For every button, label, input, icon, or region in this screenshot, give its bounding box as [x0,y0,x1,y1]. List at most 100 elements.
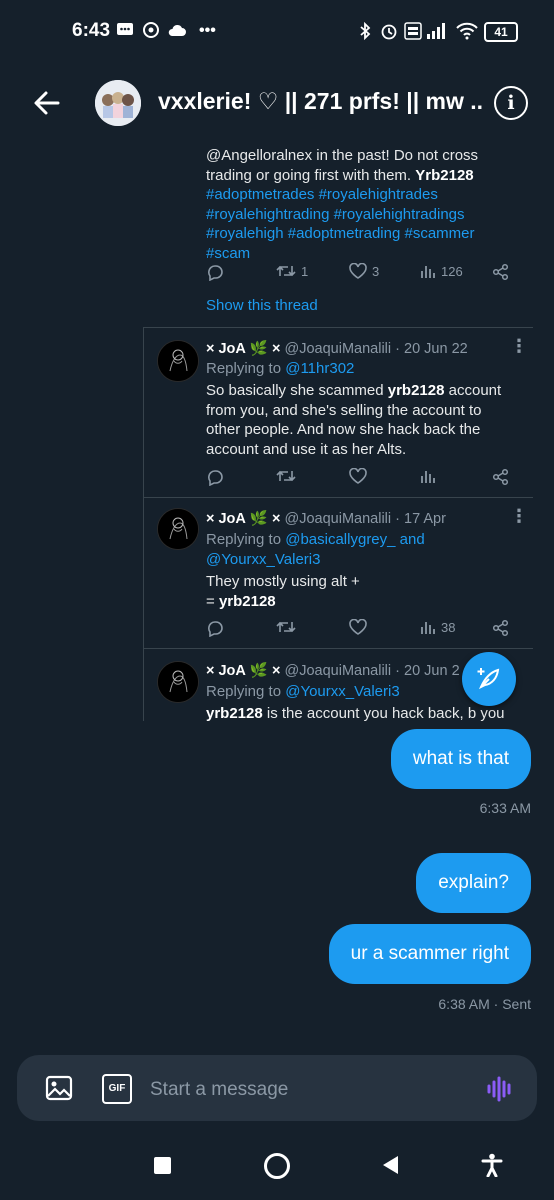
original-tweet-text: @Angelloralnex in the past! Do not cross… [206,146,526,263]
author-name: × JoA [206,341,246,357]
message-notification-icon [116,22,134,43]
replying-to: Replying to @Yourxx_Valeri3 [206,683,400,700]
replying-prefix: Replying to [206,683,286,700]
views-icon[interactable] [420,468,436,484]
reply-text: yrb2128 is the account you hack back, b … [206,704,533,721]
image-icon[interactable] [45,1074,73,1107]
reply-text: So basically she scammed yrb2128 account… [206,381,526,459]
message-bubble[interactable]: explain? [416,853,531,913]
show-thread-link[interactable]: Show this thread [206,297,318,314]
reply-tweet-card[interactable]: × JoA 🌿 × @JoaquiManalili · 20 Jun 22 ⋮ … [143,327,533,498]
replying-to-handle[interactable]: @Yourxx_Valeri3 [206,551,320,568]
reply-line-text: account [444,382,502,399]
author-line: × JoA 🌿 × @JoaquiManalili · 20 Jun 22 [206,340,468,357]
compose-tweet-button[interactable] [462,652,516,706]
leaf-icon: 🌿 [249,663,268,679]
share-icon[interactable] [492,619,510,637]
views-button[interactable]: 38 [420,619,455,635]
chat-notification-icon [142,22,160,44]
avatar[interactable] [157,340,199,382]
views-button[interactable]: 126 [420,263,463,279]
hashtag-line[interactable]: #adoptmetrades #royalehightrades [206,185,526,205]
reply-line: So basically she scammed yrb2128 account [206,381,526,401]
replying-to-handle[interactable]: @basicallygrey_ and [285,531,424,548]
reply-icon[interactable] [206,263,224,281]
reply-text: They mostly using alt + = yrb2128 [206,572,526,611]
message-timestamp: 6:33 AM [479,800,531,816]
views-count: 126 [441,263,463,279]
info-icon[interactable]: i [494,86,528,120]
gif-icon[interactable]: GIF [102,1074,132,1104]
voice-message-icon[interactable] [486,1075,514,1108]
reply-line: They mostly using alt + [206,573,360,590]
avatar[interactable] [95,80,141,126]
handle-date: @JoaquiManalili · 20 Jun 2 [284,663,460,679]
replying-to: Replying to @basicallygrey_ and [206,531,425,548]
cloud-icon [167,24,187,42]
reply-bold-text: yrb2128 [387,382,445,399]
hashtag-line[interactable]: #royalehightrading #royalehightradings [206,205,526,225]
message-input[interactable]: Start a message [150,1079,288,1101]
retweet-icon[interactable] [276,619,296,635]
reply-tweet-card[interactable]: × JoA 🌿 × @JoaquiManalili · 17 Apr ⋮ Rep… [143,496,533,649]
status-time: 6:43 [72,20,111,41]
accessibility-icon[interactable] [481,1153,503,1182]
wifi-icon [455,22,479,45]
author-name-suffix: × [272,341,281,357]
views-count: 38 [441,619,456,635]
message-bubble[interactable]: ur a scammer right [328,924,531,984]
reply-bold-text: yrb2128 [206,705,263,721]
like-count: 3 [372,263,380,279]
reply-line: account and use it as her Alts. [206,440,407,458]
avatar[interactable] [157,508,199,550]
handle-date: @JoaquiManalili · 20 Jun 22 [284,341,468,357]
retweet-button[interactable]: 1 [276,263,308,279]
reply-icon[interactable] [206,468,224,486]
conversation-header: vxxlerie! ♡ || 271 prfs! || mw ... i [0,62,554,146]
tweet-line: @Angelloralnex in the past! Do not cross [206,147,479,164]
author-name-suffix: × [272,663,281,679]
share-icon[interactable] [492,263,510,281]
message-timestamp: 6:38 AM · Sent [438,996,531,1012]
replying-to-handle[interactable]: @11hr302 [285,360,354,377]
replying-to: Replying to @11hr302 [206,360,354,377]
mention-bold: Yrb2128 [415,166,474,184]
more-options-icon[interactable]: ⋮ [510,336,528,357]
hashtag-line[interactable]: #royalehigh #adoptmetrading #scammer [206,224,526,244]
signal-icon [426,22,448,45]
battery-icon: 41 [484,22,518,42]
replying-prefix: Replying to [206,531,286,548]
hashtag-line[interactable]: #scam [206,244,526,264]
more-options-icon[interactable]: ⋮ [510,506,528,527]
avatar[interactable] [157,661,199,703]
back-arrow-icon[interactable] [30,86,64,120]
reply-line-text: So basically she scammed [206,382,388,399]
reply-line: other people. And now she hack back the [206,421,481,438]
tweet-actions: 38 [206,619,526,641]
retweet-icon[interactable] [276,468,296,484]
tweet-actions [206,468,526,490]
more-notifications-icon: ••• [199,22,216,39]
conversation-title[interactable]: vxxlerie! ♡ || 271 prfs! || mw ... [158,88,483,115]
tweet-line: trading or going first with them. Yrb212… [206,166,526,186]
reply-icon[interactable] [206,619,224,637]
reply-line: from you, and she's selling the account … [206,401,482,419]
replying-to-handle[interactable]: @Yourxx_Valeri3 [285,683,399,700]
reply-line-text: is the account you hack back, b you [262,705,505,721]
like-button[interactable]: 3 [349,263,379,279]
leaf-icon: 🌿 [249,511,268,527]
like-icon[interactable] [349,468,367,484]
status-bar: 6:43 ••• 41 [0,0,554,62]
tweet-actions: 1 3 126 [206,263,526,285]
recents-icon[interactable] [154,1157,171,1174]
author-line: × JoA 🌿 × @JoaquiManalili · 20 Jun 2 [206,662,460,679]
back-icon[interactable] [381,1155,399,1180]
like-icon[interactable] [349,619,367,635]
share-icon[interactable] [492,468,510,486]
volte-icon [404,22,422,45]
home-icon[interactable] [264,1153,290,1179]
retweet-count: 1 [301,263,309,279]
author-name: × JoA [206,663,246,679]
message-bubble[interactable]: what is that [390,729,531,789]
replying-prefix: Replying to [206,360,286,377]
